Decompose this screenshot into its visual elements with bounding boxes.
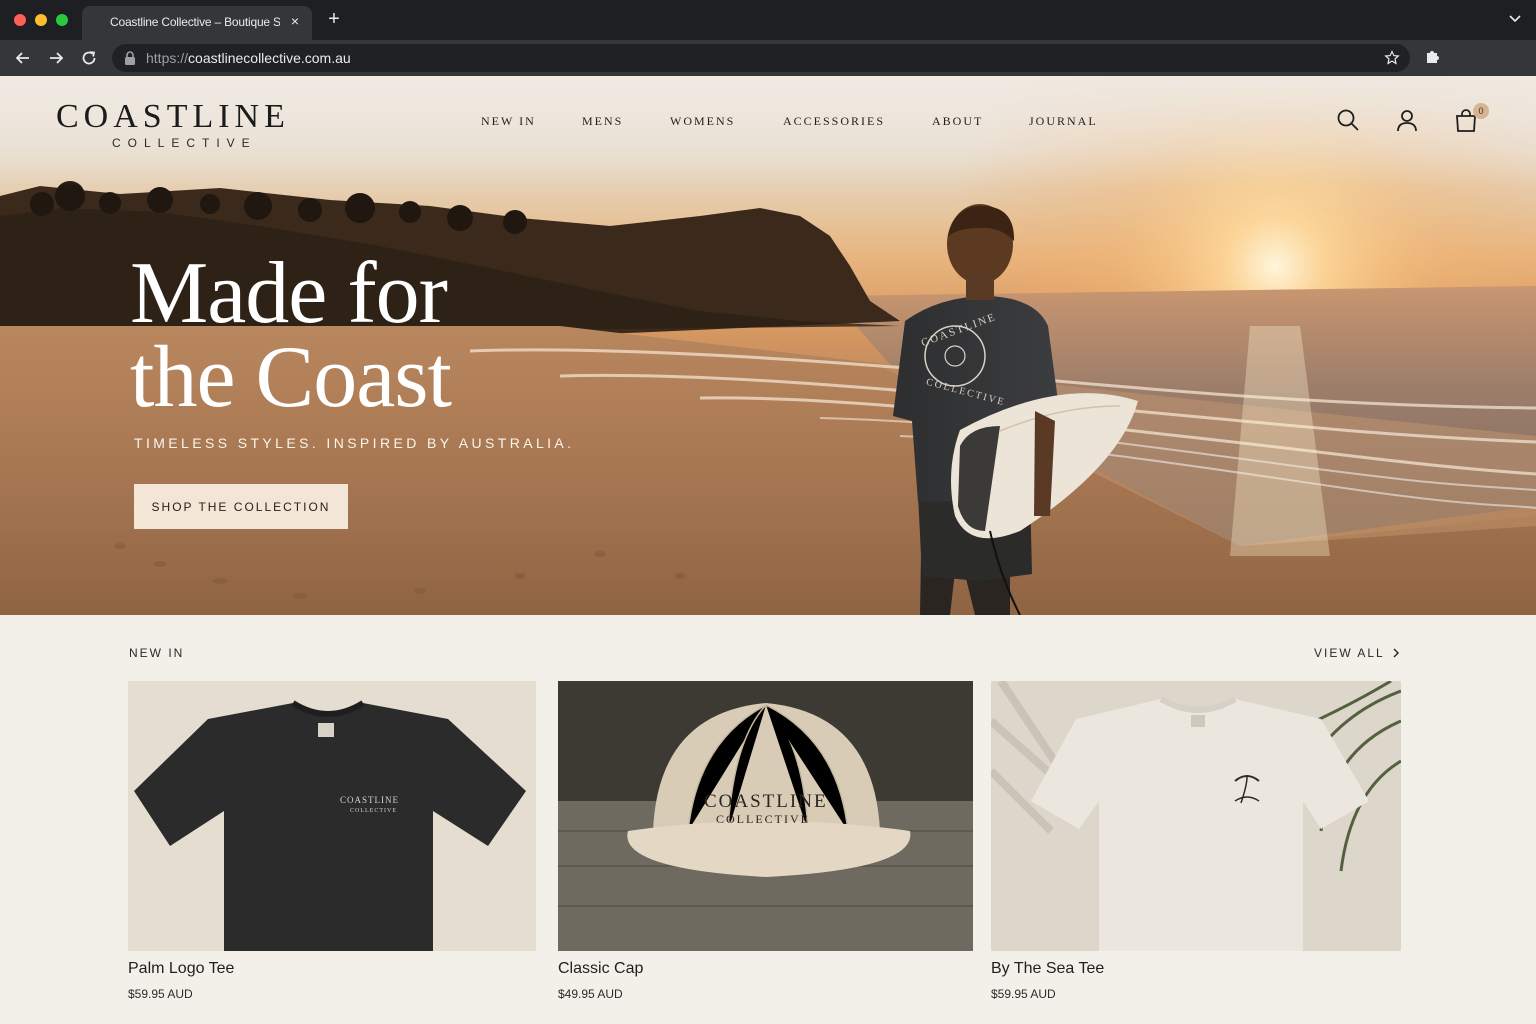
product-image-palm-logo-tee[interactable]: COASTLINE COLLECTIVE [128,681,536,951]
chevron-down-icon[interactable] [1508,14,1522,24]
browser-toolbar: https://coastlinecollective.com.au [0,40,1536,76]
close-icon[interactable]: × [288,14,302,28]
headline-line-1: Made for [130,245,448,342]
product-name[interactable]: By The Sea Tee [991,960,1104,978]
minimize-window-button[interactable] [35,14,47,26]
tee-print-top: COASTLINE [340,795,399,805]
lock-icon [125,51,135,65]
cart-count-badge: 0 [1473,103,1489,119]
url-text: https://coastlinecollective.com.au [146,50,351,66]
product-price: $49.95 AUD [558,987,623,1001]
close-window-button[interactable] [14,14,26,26]
product-image-classic-cap[interactable]: COASTLINE COLLECTIVE [558,681,973,951]
section-title: NEW IN [129,646,185,660]
product-name[interactable]: Palm Logo Tee [128,960,234,978]
headline-line-2: the Coast [130,329,452,426]
reload-icon[interactable] [80,49,98,67]
product-name[interactable]: Classic Cap [558,960,643,978]
forward-arrow-icon[interactable] [47,49,65,67]
puzzle-icon[interactable] [1424,49,1440,65]
nav-journal[interactable]: JOURNAL [1029,114,1098,130]
address-bar[interactable]: https://coastlinecollective.com.au [112,44,1410,72]
browser-tab[interactable]: Coastline Collective – Boutique Surf × [82,6,312,40]
cap-print-bottom: COLLECTIVE [716,812,810,826]
star-icon[interactable] [1384,50,1400,66]
chevron-right-icon[interactable] [1390,647,1402,659]
tee-print-bottom: COLLECTIVE [350,808,397,814]
nav-mens[interactable]: MENS [582,114,623,130]
logo-wordmark: COASTLINE [56,98,290,135]
white-tshirt-image [991,681,1401,951]
cap-image: COASTLINE COLLECTIVE [558,681,973,951]
product-price: $59.95 AUD [128,987,193,1001]
tab-title: Coastline Collective – Boutique Surf [110,15,280,29]
cap-print-top: COASTLINE [704,791,828,812]
product-image-by-the-sea-tee[interactable] [991,681,1401,951]
nav-womens[interactable]: WOMENS [670,114,735,130]
site-logo[interactable]: COASTLINE COLLECTIVE [56,98,306,154]
black-tshirt-image: COASTLINE COLLECTIVE [128,681,536,951]
browser-tab-bar: Coastline Collective – Boutique Surf × + [0,0,1536,40]
nav-about[interactable]: ABOUT [932,114,983,130]
nav-accessories[interactable]: ACCESSORIES [783,114,885,130]
logo-subtitle: COLLECTIVE [112,136,257,150]
product-price: $59.95 AUD [991,987,1056,1001]
maximize-window-button[interactable] [56,14,68,26]
nav-new-in[interactable]: NEW IN [481,114,536,130]
search-icon[interactable] [1336,108,1360,132]
plus-icon[interactable]: + [326,9,342,29]
shop-the-collection-button[interactable]: SHOP THE COLLECTION [134,484,348,529]
view-all-link[interactable]: VIEW ALL [1314,646,1385,660]
hero-tagline: TIMELESS STYLES. INSPIRED BY AUSTRALIA. [134,435,575,451]
hero-headline: Made for the Coast [130,245,650,426]
account-icon[interactable] [1395,108,1419,132]
back-arrow-icon[interactable] [14,49,32,67]
